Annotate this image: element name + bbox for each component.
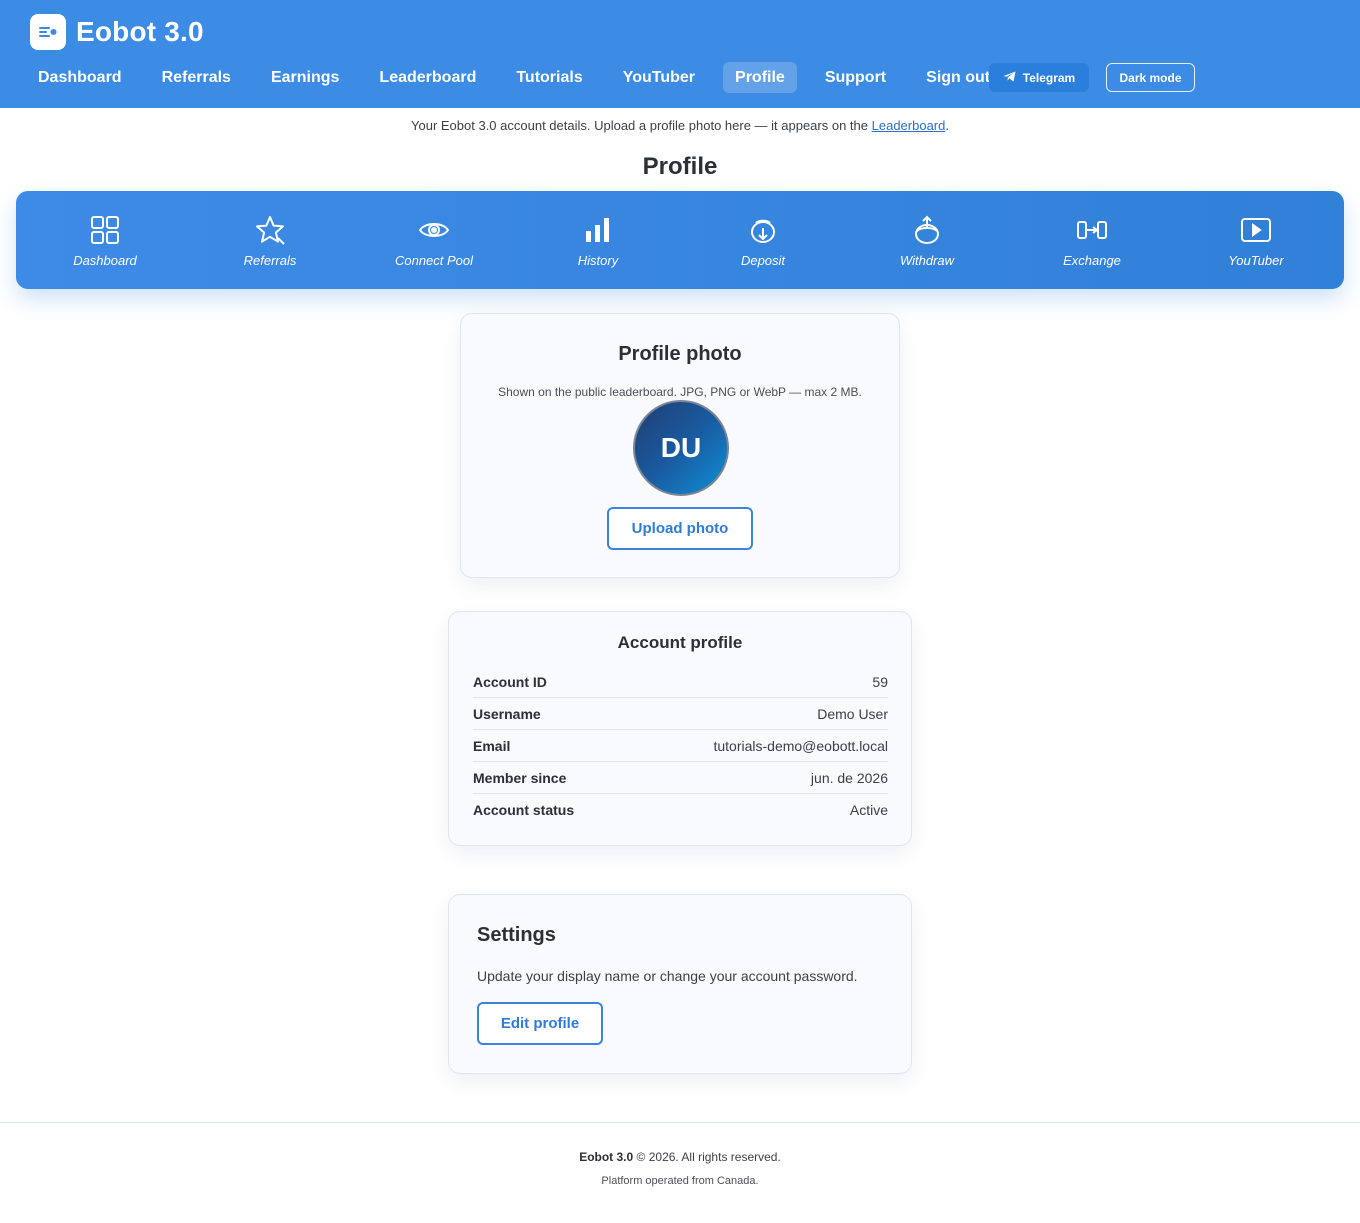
- profile-photo-title: Profile photo: [618, 343, 742, 365]
- nav-item-dashboard[interactable]: Dashboard: [26, 62, 134, 93]
- quick-link-label: Exchange: [1063, 253, 1121, 268]
- settings-card: Settings Update your display name or cha…: [448, 894, 912, 1074]
- account-row-status: Account status Active: [473, 794, 888, 826]
- footer-copyright-text: © 2026. All rights reserved.: [636, 1150, 781, 1164]
- row-label: Account ID: [473, 673, 547, 690]
- nav-item-profile[interactable]: Profile: [723, 62, 797, 93]
- account-profile-card: Account profile Account ID 59 Username D…: [448, 611, 912, 846]
- quick-link-label: Withdraw: [899, 253, 955, 268]
- nav-item-tutorials[interactable]: Tutorials: [504, 62, 594, 93]
- quick-link-history[interactable]: History: [528, 191, 668, 289]
- settings-title: Settings: [477, 924, 556, 946]
- row-label: Account status: [473, 802, 575, 818]
- footer-copyright: Eobot 3.0 © 2026. All rights reserved.: [0, 1150, 1360, 1164]
- row-value: tutorials-demo@eobott.local: [713, 737, 888, 754]
- withdraw-icon: [910, 213, 944, 247]
- row-value: Active: [849, 802, 888, 818]
- exchange-icon: [1075, 213, 1109, 247]
- upload-photo-button[interactable]: Upload photo: [607, 507, 753, 550]
- main-nav: Dashboard Referrals Earnings Leaderboard…: [26, 62, 1002, 93]
- eye-icon: [417, 213, 451, 247]
- footer-divider: [0, 1122, 1360, 1123]
- nav-item-earnings[interactable]: Earnings: [259, 62, 351, 93]
- account-details-list: Account ID 59 Username Demo User Email t…: [473, 666, 888, 826]
- star-icon: [253, 213, 287, 247]
- telegram-button[interactable]: Telegram: [989, 63, 1089, 92]
- row-value: Demo User: [817, 705, 888, 722]
- intro-sentence: Your Eobot 3.0 account details. Upload a…: [411, 118, 868, 133]
- quick-link-label: Connect Pool: [394, 253, 474, 268]
- row-value: 59: [872, 673, 888, 690]
- account-row-username: Username Demo User: [473, 698, 888, 730]
- profile-photo-card: Profile photo Shown on the public leader…: [460, 313, 900, 578]
- quick-link-deposit[interactable]: Deposit: [693, 191, 833, 289]
- row-label: Email: [473, 737, 511, 754]
- menu-dot-icon: [30, 14, 66, 50]
- quick-link-label: Deposit: [740, 253, 786, 268]
- quick-link-referrals[interactable]: Referrals: [200, 191, 340, 289]
- play-icon: [1239, 213, 1273, 247]
- nav-item-referrals[interactable]: Referrals: [150, 62, 243, 93]
- quick-link-connect-pool[interactable]: Connect Pool: [364, 191, 504, 289]
- account-row-member-since: Member since jun. de 2026: [473, 762, 888, 794]
- edit-profile-button[interactable]: Edit profile: [477, 1002, 603, 1045]
- avatar: DU: [633, 400, 729, 496]
- quick-link-exchange[interactable]: Exchange: [1022, 191, 1162, 289]
- account-row-email: Email tutorials-demo@eobott.local: [473, 730, 888, 762]
- top-header: Eobot 3.0 Dashboard Referrals Earnings L…: [0, 0, 1360, 108]
- quick-link-label: Referrals: [243, 253, 297, 268]
- dark-mode-button[interactable]: Dark mode: [1106, 63, 1195, 92]
- quick-link-youtuber[interactable]: YouTuber: [1186, 191, 1326, 289]
- footer-note: Platform operated from Canada.: [601, 1175, 759, 1187]
- settings-description: Update your display name or change your …: [477, 968, 858, 984]
- quick-link-dashboard[interactable]: Dashboard: [35, 191, 175, 289]
- quick-link-label: Dashboard: [73, 253, 137, 268]
- deposit-icon: [746, 213, 780, 247]
- account-row-id: Account ID 59: [473, 666, 888, 698]
- row-label: Username: [473, 705, 541, 722]
- page-title: Profile: [642, 153, 718, 180]
- row-label: Member since: [473, 769, 567, 786]
- quick-link-withdraw[interactable]: Withdraw: [857, 191, 997, 289]
- telegram-label: Telegram: [1022, 70, 1076, 85]
- nav-item-youtuber[interactable]: YouTuber: [611, 62, 707, 93]
- brand[interactable]: Eobot 3.0: [30, 14, 204, 50]
- intro-end: .: [945, 118, 949, 133]
- nav-item-leaderboard[interactable]: Leaderboard: [367, 62, 488, 93]
- quick-links-bar: Dashboard Referrals Connect Pool History…: [16, 191, 1344, 289]
- leaderboard-link[interactable]: Leaderboard: [872, 118, 946, 133]
- quick-link-label: History: [577, 253, 619, 268]
- row-value: jun. de 2026: [810, 769, 888, 786]
- bar-chart-icon: [581, 213, 615, 247]
- account-profile-title: Account profile: [617, 633, 743, 652]
- footer-brand: Eobot 3.0: [579, 1150, 634, 1164]
- nav-item-support[interactable]: Support: [813, 62, 898, 93]
- intro-text: Your Eobot 3.0 account details. Upload a…: [0, 118, 1360, 133]
- profile-photo-hint: Shown on the public leaderboard. JPG, PN…: [498, 385, 862, 399]
- brand-title: Eobot 3.0: [76, 16, 204, 47]
- grid-icon: [88, 213, 122, 247]
- telegram-icon: [1003, 71, 1016, 85]
- quick-link-label: YouTuber: [1228, 253, 1284, 268]
